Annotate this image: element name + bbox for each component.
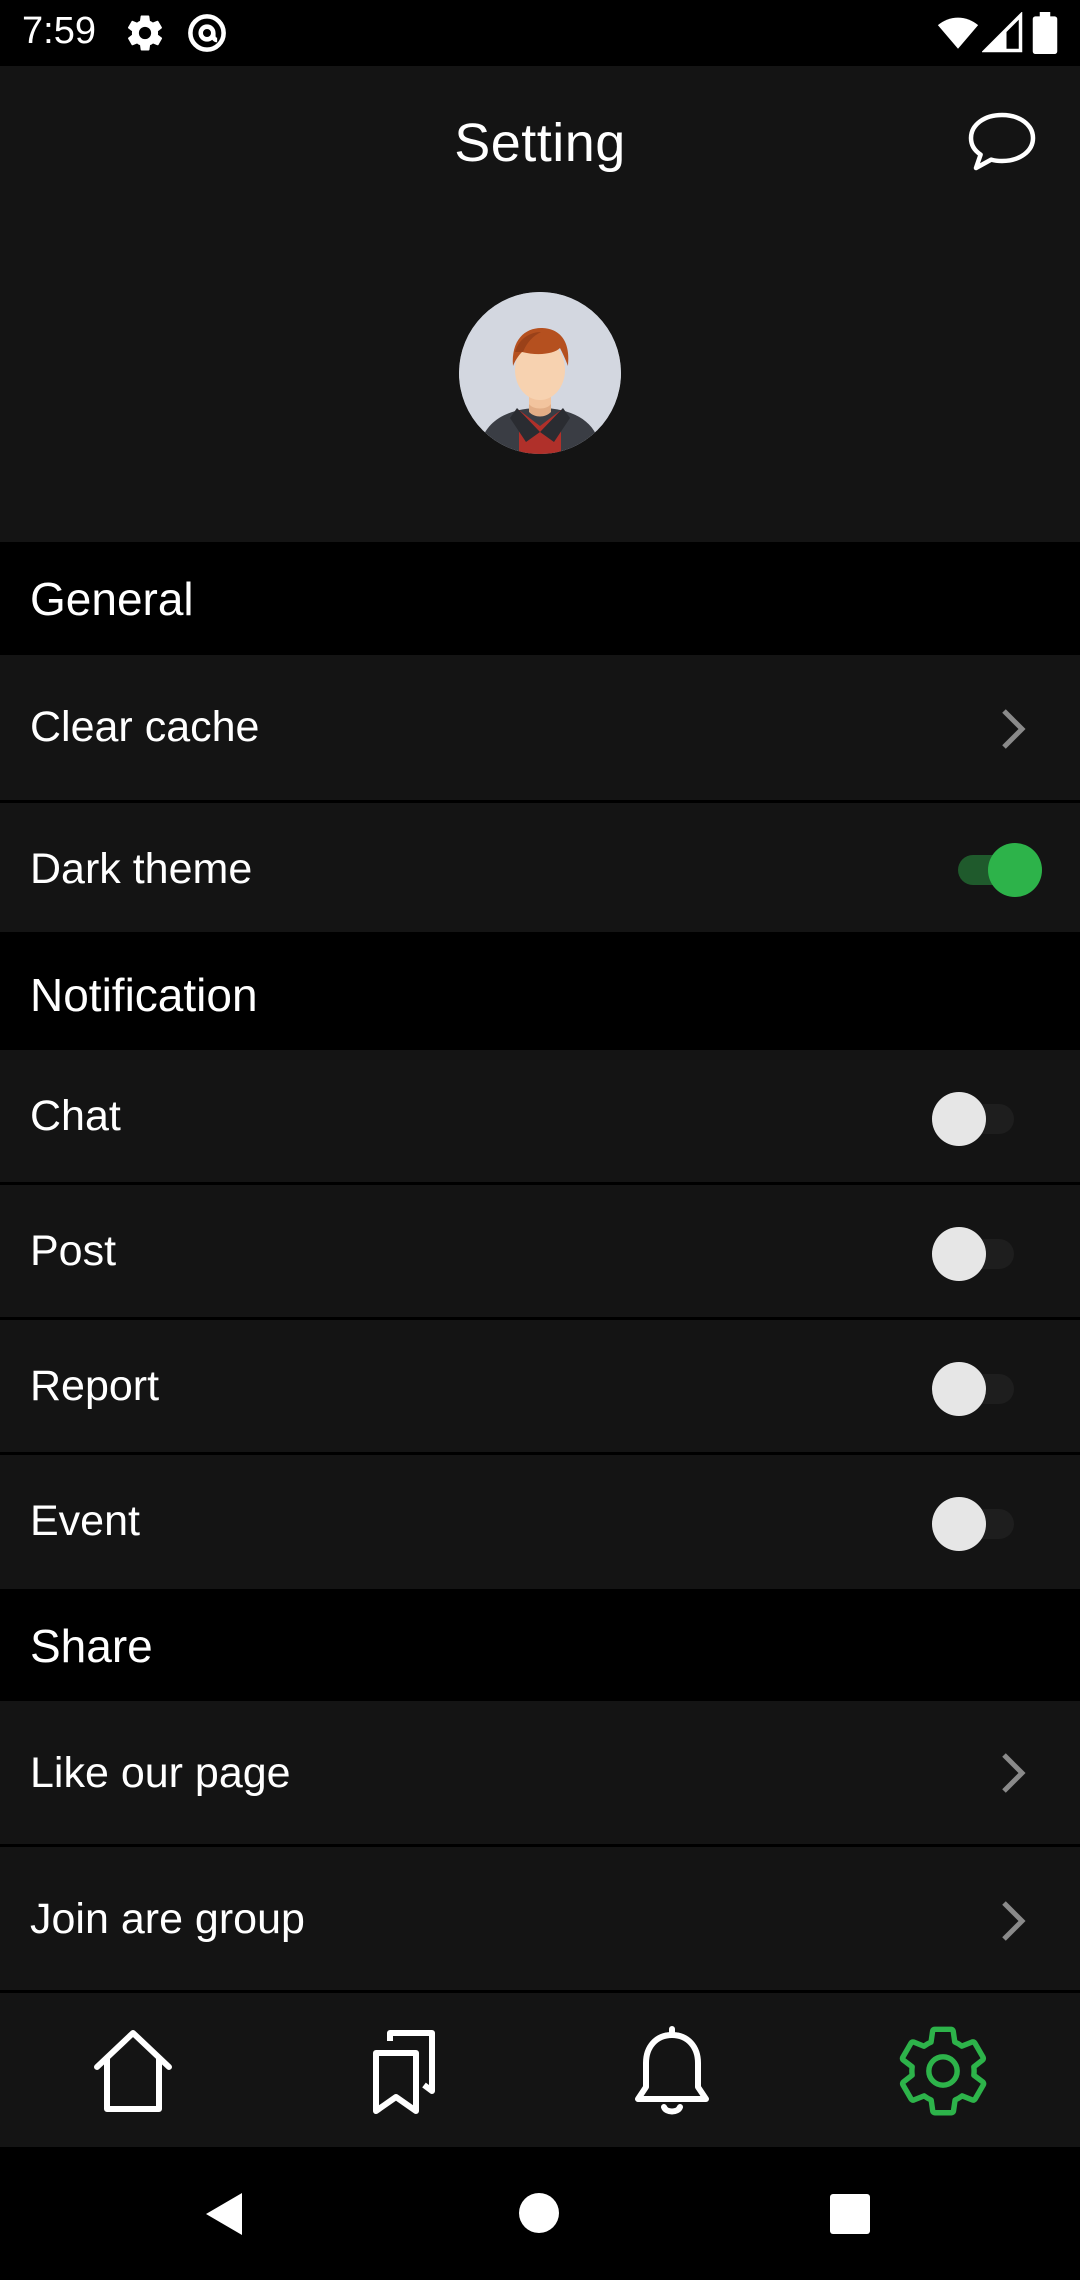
join-group-label: Join are group xyxy=(30,1895,305,1943)
chevron-right-icon xyxy=(1002,709,1026,749)
system-nav-bar xyxy=(0,2147,1080,2280)
wifi-icon xyxy=(937,17,979,49)
chat-label: Chat xyxy=(30,1092,121,1140)
post-notification-row: Post xyxy=(0,1185,1080,1320)
signal-icon xyxy=(982,12,1023,53)
chat-toggle[interactable] xyxy=(930,1088,1022,1148)
like-page-row[interactable]: Like our page xyxy=(0,1701,1080,1847)
page-title: Setting xyxy=(454,113,626,173)
chevron-right-icon xyxy=(1002,1901,1026,1941)
chevron-right-icon xyxy=(1002,1753,1026,1793)
chat-notification-row: Chat xyxy=(0,1050,1080,1185)
event-toggle[interactable] xyxy=(930,1493,1022,1553)
report-label: Report xyxy=(30,1362,160,1410)
report-toggle[interactable] xyxy=(930,1358,1022,1418)
gear-icon xyxy=(127,15,163,51)
dark-theme-row: Dark theme xyxy=(0,803,1080,935)
section-title-notification: Notification xyxy=(30,969,258,1021)
post-label: Post xyxy=(30,1227,117,1275)
join-group-row[interactable]: Join are group xyxy=(0,1847,1080,1993)
bookmarks-icon[interactable] xyxy=(354,2021,454,2121)
section-header-share: Share xyxy=(0,1589,1080,1701)
section-title-share: Share xyxy=(30,1620,153,1672)
avatar[interactable] xyxy=(459,292,621,454)
like-page-label: Like our page xyxy=(30,1749,291,1797)
back-icon[interactable] xyxy=(202,2191,246,2237)
toggle-thumb xyxy=(988,843,1042,897)
home-icon[interactable] xyxy=(83,2021,183,2121)
event-notification-row: Event xyxy=(0,1455,1080,1589)
settings-icon[interactable] xyxy=(893,2021,993,2121)
section-header-notification: Notification xyxy=(0,935,1080,1050)
report-notification-row: Report xyxy=(0,1320,1080,1455)
post-toggle[interactable] xyxy=(930,1223,1022,1283)
toggle-thumb xyxy=(932,1092,986,1146)
user-avatar-icon xyxy=(459,292,621,454)
bell-icon[interactable] xyxy=(622,2021,722,2121)
clear-cache-label: Clear cache xyxy=(30,703,260,751)
bottom-nav xyxy=(0,1993,1080,2147)
toggle-thumb xyxy=(932,1362,986,1416)
status-bar: 7:59 xyxy=(0,0,1080,66)
chat-bubble-icon[interactable] xyxy=(966,110,1038,174)
battery-icon xyxy=(1032,12,1058,54)
event-label: Event xyxy=(30,1497,140,1545)
home-circle-icon[interactable] xyxy=(518,2192,560,2234)
section-title-general: General xyxy=(30,573,194,625)
toggle-thumb xyxy=(932,1227,986,1281)
recents-square-icon[interactable] xyxy=(829,2193,871,2235)
dark-theme-label: Dark theme xyxy=(30,845,253,893)
at-sign-icon xyxy=(188,14,226,52)
toggle-thumb xyxy=(932,1497,986,1551)
clear-cache-row[interactable]: Clear cache xyxy=(0,655,1080,803)
section-header-general: General xyxy=(0,542,1080,655)
status-time: 7:59 xyxy=(22,10,96,52)
dark-theme-toggle[interactable] xyxy=(950,839,1042,899)
